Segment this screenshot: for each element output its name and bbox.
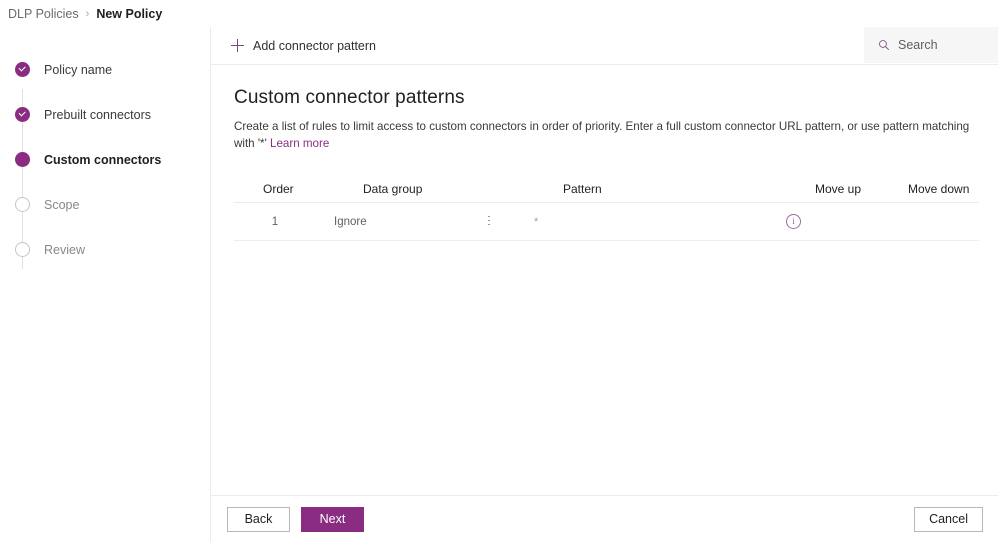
column-header-move-down: Move down	[908, 181, 970, 196]
connector-patterns-table: Order Data group Pattern Move up Move do…	[234, 175, 979, 241]
command-bar: Add connector pattern	[211, 27, 998, 65]
add-connector-pattern-button[interactable]: Add connector pattern	[211, 27, 388, 64]
breadcrumb-separator-icon: ›	[85, 7, 90, 20]
empty-circle-icon	[15, 242, 30, 257]
sidebar-item-label: Scope	[44, 197, 80, 212]
add-connector-pattern-label: Add connector pattern	[253, 38, 376, 53]
sidebar-item-label: Policy name	[44, 62, 113, 77]
sidebar-item-policy-name[interactable]: Policy name	[0, 47, 210, 92]
plus-icon	[231, 39, 244, 52]
next-button[interactable]: Next	[301, 506, 364, 532]
sidebar-item-review[interactable]: Review	[0, 227, 210, 272]
check-circle-icon	[15, 62, 30, 77]
search-box[interactable]	[864, 27, 998, 63]
cell-order: 1	[271, 215, 279, 228]
search-icon	[879, 40, 890, 51]
table-header-row: Order Data group Pattern Move up Move do…	[234, 175, 979, 203]
dlp-new-policy-wizard: DLP Policies › New Policy Policy name Pr…	[0, 0, 998, 542]
breadcrumb: DLP Policies › New Policy	[0, 0, 998, 27]
page-description-text: Create a list of rules to limit access t…	[234, 120, 970, 150]
learn-more-link[interactable]: Learn more	[270, 137, 329, 150]
data-group-value: Ignore	[334, 215, 367, 228]
cancel-button[interactable]: Cancel	[914, 506, 983, 532]
column-header-move-up: Move up	[815, 181, 862, 196]
back-button[interactable]: Back	[227, 506, 290, 532]
table-row[interactable]: 1 Ignore * i	[234, 203, 979, 241]
sidebar-item-custom-connectors[interactable]: Custom connectors	[0, 137, 210, 182]
column-header-data-group: Data group	[363, 181, 423, 196]
breadcrumb-new-policy: New Policy	[96, 6, 163, 21]
breadcrumb-dlp-policies[interactable]: DLP Policies	[8, 7, 79, 21]
content-panel: Add connector pattern Custom connector p…	[210, 27, 998, 542]
filled-circle-icon	[15, 152, 30, 167]
wizard-steps: Policy name Prebuilt connectors Custom c…	[0, 47, 210, 272]
wizard-rail: Policy name Prebuilt connectors Custom c…	[0, 27, 210, 542]
sidebar-item-prebuilt-connectors[interactable]: Prebuilt connectors	[0, 92, 210, 137]
main-body: Custom connector patterns Create a list …	[211, 65, 998, 495]
empty-circle-icon	[15, 197, 30, 212]
sidebar-item-label: Custom connectors	[44, 152, 162, 167]
wizard-footer: Back Next Cancel	[211, 495, 998, 542]
pattern-value: *	[534, 215, 539, 228]
more-vertical-icon[interactable]	[482, 214, 496, 230]
sidebar-item-scope[interactable]: Scope	[0, 182, 210, 227]
info-circle-icon[interactable]: i	[786, 214, 801, 229]
sidebar-item-label: Review	[44, 242, 85, 257]
cell-data-group: Ignore	[316, 216, 516, 228]
search-input[interactable]	[898, 38, 993, 52]
check-circle-icon	[15, 107, 30, 122]
cell-pattern[interactable]: *	[516, 216, 786, 228]
page-title: Custom connector patterns	[234, 87, 465, 108]
sidebar-item-label: Prebuilt connectors	[44, 107, 152, 122]
column-header-pattern: Pattern	[563, 181, 602, 196]
column-header-order: Order	[263, 181, 294, 196]
page-description: Create a list of rules to limit access t…	[234, 118, 975, 152]
cell-move-up[interactable]: i	[786, 214, 879, 229]
